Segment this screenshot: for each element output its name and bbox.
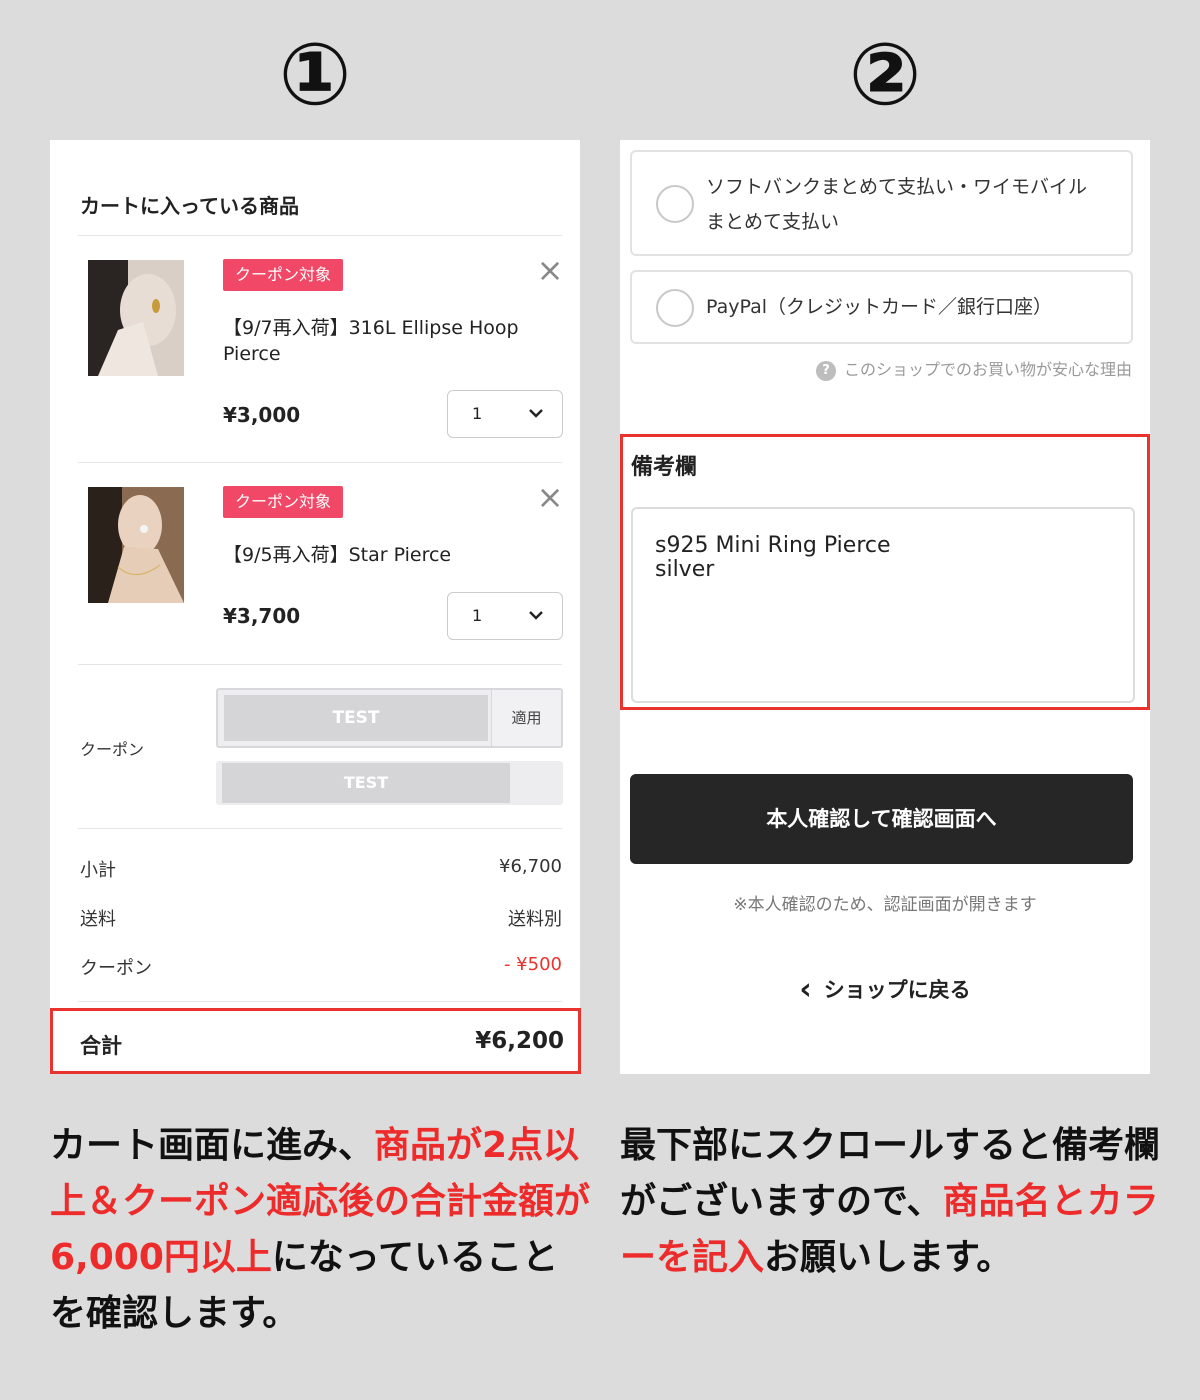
applied-coupon-chip[interactable]: TEST: [222, 763, 510, 803]
summary-value: ¥6,700: [499, 856, 562, 877]
coupon-label: クーポン: [80, 740, 145, 759]
payment-option-paypal[interactable]: PayPal（クレジットカード／銀行口座）: [630, 270, 1133, 344]
quantity-select[interactable]: 1: [447, 390, 563, 438]
summary-label: クーポン: [80, 958, 152, 979]
radio-button[interactable]: [656, 289, 694, 327]
shipping-row: 送料 送料別: [80, 905, 562, 931]
radio-button[interactable]: [656, 185, 694, 223]
divider: [78, 462, 562, 463]
product-thumbnail[interactable]: [88, 260, 184, 376]
applied-coupon: TEST: [216, 761, 563, 805]
memo-line: silver: [655, 557, 715, 582]
coupon-eligible-badge: クーポン対象: [223, 486, 344, 518]
shop-safety-text: このショップでのお買い物が安心な理由: [843, 360, 1132, 379]
remove-item-icon[interactable]: ×: [536, 254, 564, 286]
identity-confirm-button[interactable]: 本人確認して確認画面へ: [630, 774, 1133, 864]
memo-line: s925 Mini Ring Pierce: [655, 533, 891, 558]
cart-title: カートに入っている商品: [80, 194, 299, 218]
caption-text: お願いします。: [764, 1237, 1013, 1278]
divider: [78, 235, 562, 236]
step-number-1: ①: [278, 25, 352, 125]
memo-textarea[interactable]: s925 Mini Ring Pierce silver: [631, 507, 1135, 703]
quantity-select[interactable]: 1: [447, 592, 563, 640]
cart-screenshot-panel: カートに入っている商品 クーポン対象 × 【9/7再入荷】316L Ellips…: [50, 140, 581, 1074]
payment-label: PayPal（クレジットカード／銀行口座）: [706, 296, 1053, 318]
coupon-form: TEST 適用: [216, 688, 563, 748]
caption-step-2: 最下部にスクロールすると備考欄がございますので、商品名とカラーを記入お願いします…: [620, 1118, 1160, 1286]
back-link-label: ショップに戻る: [823, 978, 971, 1002]
coupon-discount-row: クーポン - ¥500: [80, 954, 562, 980]
payment-label: ソフトバンクまとめて支払い・ワイモバイル: [706, 176, 1087, 198]
back-to-shop-link[interactable]: ‹ ショップに戻る: [620, 972, 1150, 1007]
discount-value: - ¥500: [503, 954, 562, 975]
summary-label: 送料: [80, 909, 116, 930]
payment-option-softbank[interactable]: ソフトバンクまとめて支払い・ワイモバイル まとめて支払い: [630, 150, 1133, 256]
subtotal-row: 小計 ¥6,700: [80, 856, 562, 882]
chevron-down-icon: [529, 409, 543, 418]
quantity-value: 1: [472, 404, 483, 423]
quantity-value: 1: [472, 606, 483, 625]
shop-safety-link[interactable]: ? このショップでのお買い物が安心な理由: [815, 356, 1132, 381]
chevron-left-icon: ‹: [799, 972, 812, 1007]
payment-label-line2: まとめて支払い: [706, 211, 840, 233]
caption-step-1: カート画面に進み、商品が2点以上＆クーポン適応後の合計金額が6,000円以上にな…: [50, 1118, 590, 1342]
summary-value: 送料別: [508, 909, 562, 930]
question-icon: ?: [815, 361, 836, 381]
product-name[interactable]: 【9/7再入荷】316L Ellipse Hoop Pierce: [223, 315, 553, 367]
total-label: 合計: [80, 1034, 122, 1058]
remove-item-icon[interactable]: ×: [536, 481, 564, 513]
product-thumbnail[interactable]: [88, 487, 184, 603]
total-highlight: 合計 ¥6,200: [50, 1008, 581, 1074]
divider: [78, 828, 562, 829]
step-number-2: ②: [848, 25, 922, 125]
product-name[interactable]: 【9/5再入荷】Star Pierce: [223, 542, 553, 568]
apply-coupon-button[interactable]: 適用: [491, 690, 561, 746]
coupon-code-input[interactable]: TEST: [224, 695, 488, 741]
checkout-screenshot-panel: ソフトバンクまとめて支払い・ワイモバイル まとめて支払い PayPal（クレジッ…: [620, 140, 1150, 1074]
divider: [78, 664, 562, 665]
product-price: ¥3,000: [223, 403, 301, 427]
memo-title: 備考欄: [631, 455, 698, 480]
divider: [78, 1001, 562, 1002]
total-value: ¥6,200: [475, 1028, 564, 1054]
product-price: ¥3,700: [223, 604, 301, 628]
summary-label: 小計: [80, 860, 116, 881]
auth-note: ※本人確認のため、認証画面が開きます: [733, 895, 1037, 915]
memo-highlight: 備考欄 s925 Mini Ring Pierce silver: [620, 434, 1150, 710]
chevron-down-icon: [529, 611, 543, 620]
coupon-eligible-badge: クーポン対象: [223, 259, 344, 291]
caption-text: カート画面に進み、: [50, 1125, 375, 1166]
